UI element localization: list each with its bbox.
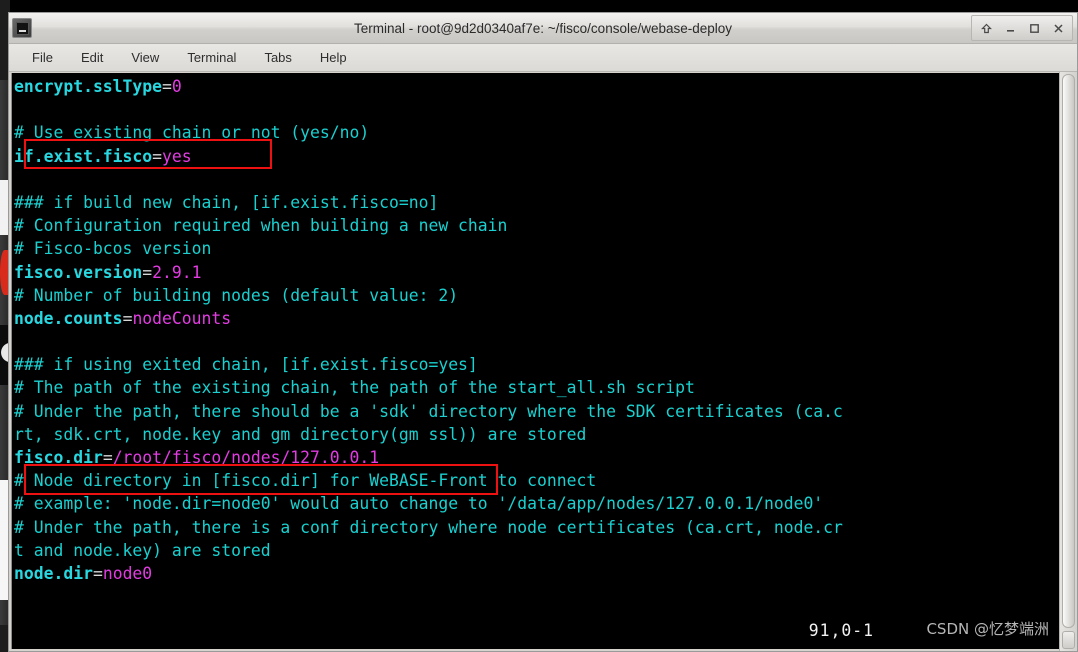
scrollbar-down-arrow[interactable]: [1062, 631, 1075, 649]
terminal-line: # Node directory in [fisco.dir] for WeBA…: [14, 471, 597, 491]
window-controls: [971, 15, 1073, 41]
menu-item-edit[interactable]: Edit: [78, 48, 106, 67]
maximize-button[interactable]: [1023, 18, 1045, 38]
menu-bar: File Edit View Terminal Tabs Help: [9, 44, 1077, 72]
terminal-line: # Configuration required when building a…: [14, 216, 508, 236]
terminal-line: node.dir=node0: [14, 563, 153, 583]
minimize-button[interactable]: [999, 18, 1021, 38]
menu-item-file[interactable]: File: [29, 48, 56, 67]
terminal-line: # Under the path, there should be a 'sdk…: [14, 401, 843, 421]
terminal-line: ### if build new chain, [if.exist.fisco=…: [14, 192, 439, 212]
terminal-line: ### if using exited chain, [if.exist.fis…: [14, 355, 478, 375]
terminal-line: fisco.dir=/root/fisco/nodes/127.0.0.1: [14, 448, 380, 467]
terminal-line: # Number of building nodes (default valu…: [14, 285, 459, 305]
terminal-window: Terminal - root@9d2d0340af7e: ~/fisco/co…: [8, 12, 1078, 652]
terminal-line: # Under the path, there is a conf direct…: [14, 517, 843, 537]
terminal-line: encrypt.sslType=0: [14, 77, 182, 96]
terminal-screen-frame[interactable]: encrypt.sslType=0 # Use existing chain o…: [11, 73, 1059, 649]
terminal-body: encrypt.sslType=0 # Use existing chain o…: [9, 72, 1077, 651]
terminal-line: # Use existing chain or not (yes/no): [14, 123, 370, 143]
window-title: Terminal - root@9d2d0340af7e: ~/fisco/co…: [353, 20, 733, 36]
title-bar[interactable]: Terminal - root@9d2d0340af7e: ~/fisco/co…: [9, 13, 1077, 44]
csdn-watermark: CSDN @忆梦端洲: [926, 620, 1049, 638]
menu-item-view[interactable]: View: [128, 48, 162, 67]
terminal-line: # example: 'node.dir=node0' would auto c…: [14, 494, 824, 514]
shade-button[interactable]: [975, 18, 997, 38]
terminal-line: rt, sdk.crt, node.key and gm directory(g…: [14, 424, 587, 444]
terminal-line: node.counts=nodeCounts: [14, 308, 232, 328]
cursor-position-indicator: 91,0-1: [808, 621, 874, 640]
vertical-scrollbar[interactable]: [1059, 72, 1077, 651]
terminal-line: t and node.key) are stored: [14, 540, 271, 560]
close-button[interactable]: [1047, 18, 1069, 38]
scrollbar-thumb[interactable]: [1062, 74, 1075, 628]
terminal-text-output[interactable]: encrypt.sslType=0 # Use existing chain o…: [12, 73, 1059, 649]
menu-item-tabs[interactable]: Tabs: [261, 48, 294, 67]
terminal-line: # Fisco-bcos version: [14, 239, 212, 259]
terminal-line: fisco.version=2.9.1: [14, 262, 202, 282]
terminal-line: # The path of the existing chain, the pa…: [14, 378, 695, 398]
menu-item-terminal[interactable]: Terminal: [184, 48, 239, 67]
terminal-line: if.exist.fisco=yes: [14, 146, 192, 166]
menu-item-help[interactable]: Help: [317, 48, 350, 67]
